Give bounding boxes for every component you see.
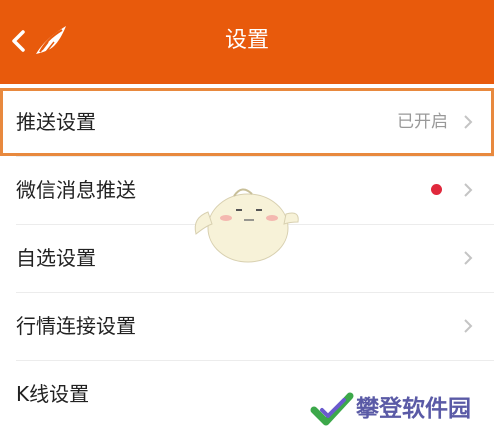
notification-dot bbox=[431, 184, 442, 195]
watermark-text: 攀登软件园 bbox=[356, 396, 471, 422]
settings-item-label: 自选设置 bbox=[16, 246, 96, 270]
settings-item-label: 行情连接设置 bbox=[16, 314, 136, 338]
settings-item-label: K线设置 bbox=[16, 382, 90, 406]
page-title: 设置 bbox=[224, 28, 269, 53]
chevron-right-icon bbox=[464, 319, 473, 333]
watermark: 攀登软件园 bbox=[308, 384, 488, 436]
settings-item-label: 推送设置 bbox=[16, 110, 96, 134]
status-text: 已开启 bbox=[397, 112, 448, 132]
chevron-right-icon bbox=[464, 115, 473, 129]
chevron-right-icon bbox=[464, 183, 473, 197]
chevron-right-icon bbox=[464, 251, 473, 265]
settings-item-label: 微信消息推送 bbox=[16, 178, 136, 202]
settings-item-market-connection[interactable]: 行情连接设置 bbox=[0, 292, 494, 360]
settings-item-push[interactable]: 推送设置 已开启 bbox=[0, 88, 494, 156]
mascot-sticker bbox=[194, 188, 299, 263]
check-logo-icon bbox=[310, 392, 354, 426]
app-header: 设置 bbox=[0, 0, 494, 84]
